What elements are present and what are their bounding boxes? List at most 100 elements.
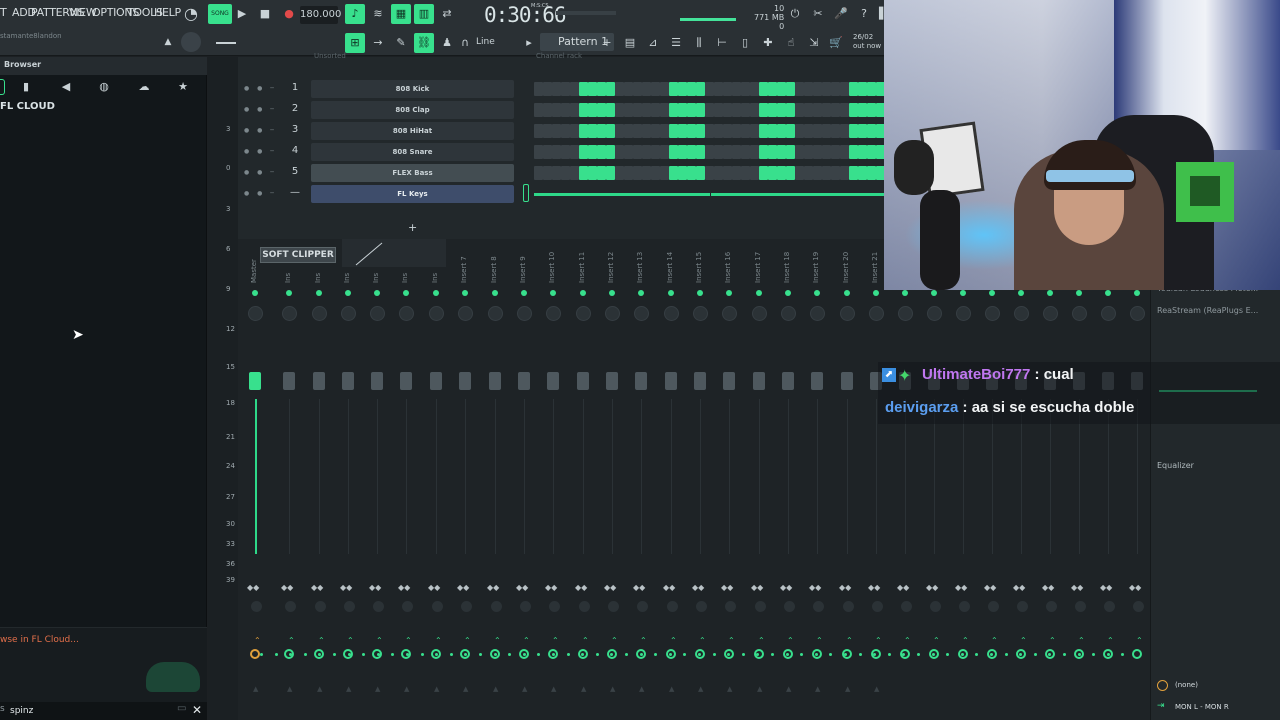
rack-filter-label[interactable]: Unsorted	[314, 52, 346, 60]
channel-mixer-number[interactable]: 3	[290, 124, 300, 135]
step-on[interactable]	[606, 124, 615, 138]
stereo-separation-knob[interactable]	[1046, 601, 1057, 612]
stereo-separation-knob[interactable]	[1017, 601, 1028, 612]
send-arrow-icon[interactable]: ⌃	[1078, 636, 1085, 645]
step-on[interactable]	[696, 166, 705, 180]
step-off[interactable]	[534, 103, 543, 117]
stereo-separation-knob[interactable]	[491, 601, 502, 612]
swap-arrows-icon[interactable]: ◆◆	[984, 583, 996, 592]
step-on[interactable]	[849, 166, 858, 180]
swap-arrows-icon[interactable]: ◆◆	[1013, 583, 1025, 592]
strip-enable-led[interactable]	[1018, 290, 1024, 296]
browser-cloud-icon[interactable]: ☁	[136, 79, 152, 95]
send-arrow-icon[interactable]: ⌃	[787, 636, 794, 645]
step-off[interactable]	[795, 166, 804, 180]
cpu-gauge-icon[interactable]: ◔	[181, 4, 201, 24]
step-on[interactable]	[597, 124, 606, 138]
step-off[interactable]	[642, 103, 651, 117]
soft-clipper-plugin[interactable]: SOFT CLIPPER	[260, 247, 336, 263]
volume-fader[interactable]	[577, 372, 589, 390]
step-off[interactable]	[660, 166, 669, 180]
strip-enable-led[interactable]	[286, 290, 292, 296]
power-icon[interactable]: ⏻	[785, 4, 805, 24]
stereo-separation-knob[interactable]	[930, 601, 941, 612]
mixer-strip[interactable]: Insert 21 ◆◆ ⌃ ▲	[864, 239, 893, 720]
sidechain-icon[interactable]: ▲	[786, 685, 791, 693]
stereo-separation-knob[interactable]	[285, 601, 296, 612]
step-off[interactable]	[714, 82, 723, 96]
step-off[interactable]	[705, 124, 714, 138]
step-on[interactable]	[777, 124, 786, 138]
route-toggle[interactable]	[250, 649, 260, 659]
step-off[interactable]	[831, 124, 840, 138]
sidechain-icon[interactable]: ▲	[874, 685, 879, 693]
step-on[interactable]	[687, 82, 696, 96]
step-off[interactable]	[831, 166, 840, 180]
swap-arrows-icon[interactable]: ◆◆	[663, 583, 675, 592]
pan-knob[interactable]	[1014, 306, 1029, 321]
step-off[interactable]	[813, 145, 822, 159]
step-on[interactable]	[669, 124, 678, 138]
step-off[interactable]	[615, 82, 624, 96]
tempo-display[interactable]: 180.000	[300, 6, 341, 24]
step-off[interactable]	[840, 82, 849, 96]
mixer-link-icon[interactable]: ✂	[808, 4, 828, 24]
step-on[interactable]	[867, 145, 876, 159]
overflow-icon[interactable]: ▐	[874, 4, 884, 24]
step-off[interactable]	[741, 166, 750, 180]
send-arrow-icon[interactable]: ⌃	[435, 636, 442, 645]
step-off[interactable]	[831, 103, 840, 117]
step-off[interactable]	[795, 82, 804, 96]
step-on[interactable]	[579, 103, 588, 117]
swap-arrows-icon[interactable]: ◆◆	[1100, 583, 1112, 592]
step-off[interactable]	[651, 82, 660, 96]
sidechain-icon[interactable]: ▲	[463, 685, 468, 693]
stereo-separation-knob[interactable]	[901, 601, 912, 612]
pencil-icon[interactable]: ✎	[391, 33, 411, 53]
send-arrow-icon[interactable]: ⌃	[318, 636, 325, 645]
step-on[interactable]	[588, 166, 597, 180]
time-display[interactable]: 0:30:66	[484, 3, 567, 27]
step-off[interactable]	[732, 124, 741, 138]
video-icon[interactable]: ⇲	[804, 33, 824, 53]
mixer-strip[interactable]: Ins ◆◆ ⌃ ▲	[365, 239, 394, 720]
volume-fader[interactable]	[606, 372, 618, 390]
strip-enable-led[interactable]	[873, 290, 879, 296]
step-on[interactable]	[777, 166, 786, 180]
step-off[interactable]	[840, 103, 849, 117]
mixer-strip[interactable]: ◆◆ ⌃	[1038, 239, 1067, 720]
step-off[interactable]	[750, 82, 759, 96]
step-off[interactable]	[813, 82, 822, 96]
stereo-separation-knob[interactable]	[402, 601, 413, 612]
sidechain-icon[interactable]: ▲	[815, 685, 820, 693]
strip-enable-led[interactable]	[960, 290, 966, 296]
step-off[interactable]	[750, 145, 759, 159]
step-off[interactable]	[732, 82, 741, 96]
step-off[interactable]	[561, 166, 570, 180]
step-off[interactable]	[570, 82, 579, 96]
step-off[interactable]	[822, 82, 831, 96]
step-on[interactable]	[687, 124, 696, 138]
mixer-strip[interactable]: Insert 10 ◆◆ ⌃ ▲	[541, 239, 570, 720]
swap-arrows-icon[interactable]: ◆◆	[340, 583, 352, 592]
step-on[interactable]	[579, 145, 588, 159]
send-arrow-icon[interactable]: ⌃	[728, 636, 735, 645]
step-off[interactable]	[741, 103, 750, 117]
stop-button[interactable]: ■	[255, 4, 275, 24]
step-on[interactable]	[768, 145, 777, 159]
strip-enable-led[interactable]	[814, 290, 820, 296]
channel-mute-controls[interactable]: ● ● ─	[244, 106, 277, 113]
volume-fader[interactable]	[547, 372, 559, 390]
send-arrow-icon[interactable]: ⌃	[405, 636, 412, 645]
strip-enable-led[interactable]	[252, 290, 258, 296]
mixer-strip[interactable]: Insert 15 ◆◆ ⌃ ▲	[688, 239, 717, 720]
swap-arrows-icon[interactable]: ◆◆	[868, 583, 880, 592]
sidechain-icon[interactable]: ▲	[698, 685, 703, 693]
step-on[interactable]	[678, 103, 687, 117]
master-pitch-slider[interactable]	[680, 18, 736, 21]
swap-arrows-icon[interactable]: ◆◆	[247, 583, 259, 592]
pan-knob[interactable]	[634, 306, 649, 321]
browser-audio-icon[interactable]: ◀	[58, 79, 74, 95]
send-arrow-icon[interactable]: ⌃	[1049, 636, 1056, 645]
stereo-separation-knob[interactable]	[344, 601, 355, 612]
